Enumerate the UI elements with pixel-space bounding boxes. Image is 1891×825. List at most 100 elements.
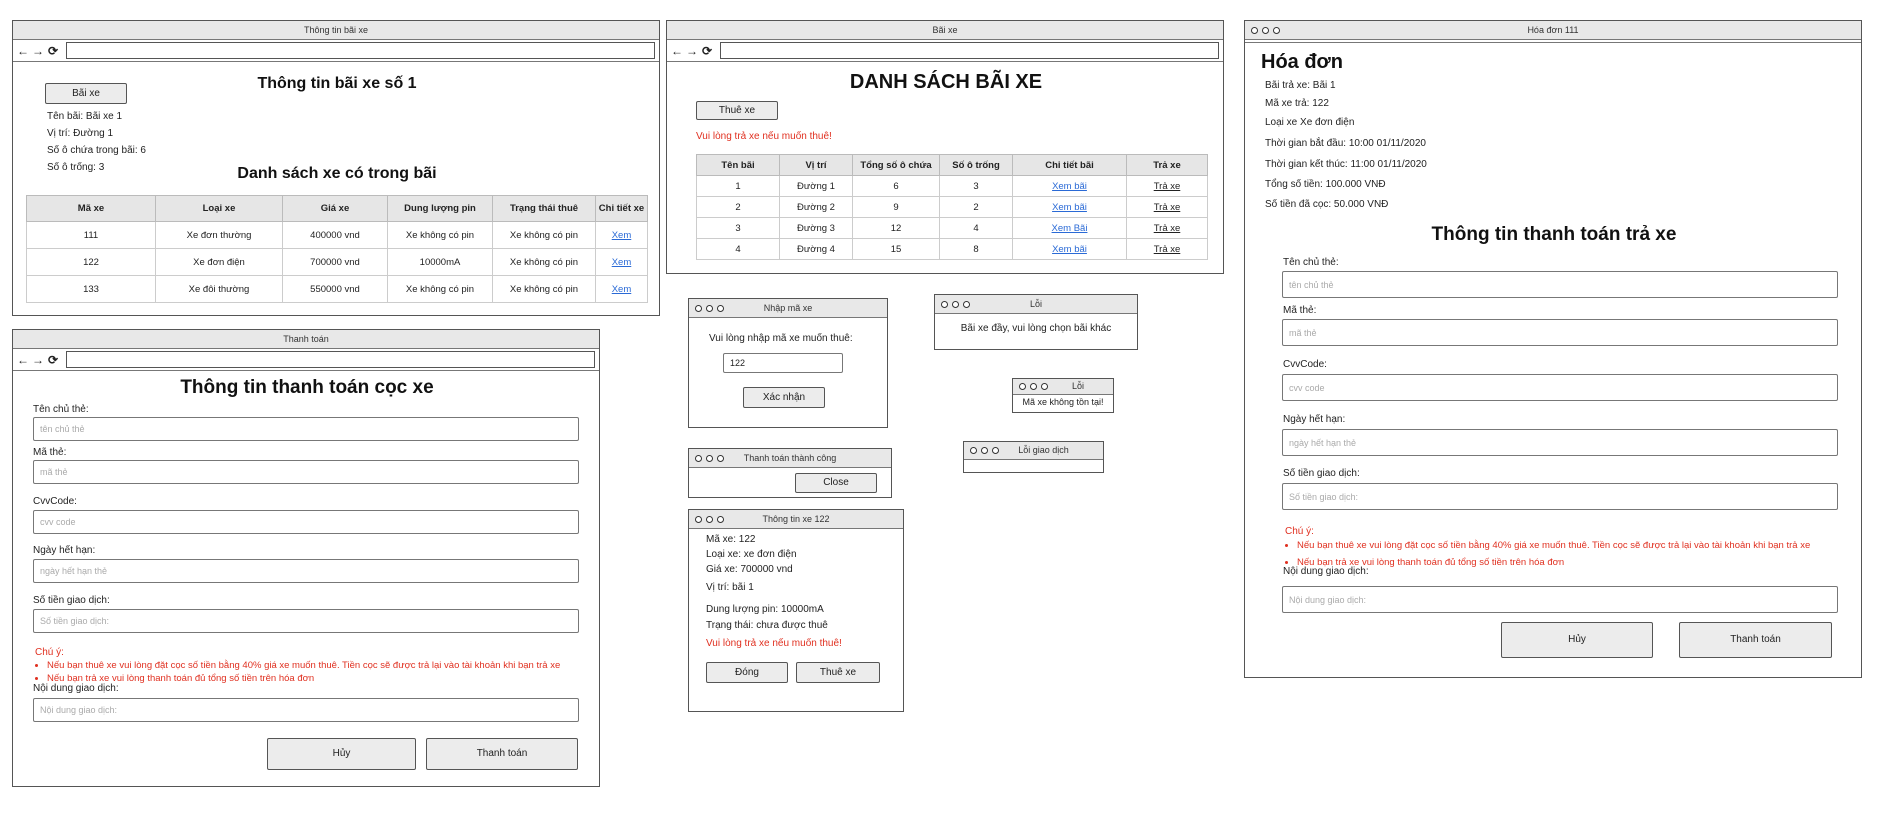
pay-button[interactable]: Thanh toán [426, 738, 578, 770]
arrow-right-icon[interactable]: → [686, 44, 698, 58]
close-dot-icon[interactable] [695, 454, 702, 462]
col-header: Dung lượng pin [387, 195, 493, 222]
url-bar[interactable] [66, 351, 595, 368]
bike-location: Vị trí: bãi 1 [706, 582, 754, 593]
content-input[interactable]: Nội dung giao dịch: [1282, 586, 1838, 613]
cell: Xe không có pin [492, 275, 596, 303]
url-bar[interactable] [66, 42, 655, 59]
close-dot-icon[interactable] [941, 300, 948, 308]
close-dot-icon[interactable] [1251, 26, 1258, 34]
minimize-dot-icon[interactable] [1030, 383, 1037, 390]
bike-price: Giá xe: 700000 vnd [706, 564, 793, 575]
dialog-title: Lỗi [1029, 299, 1042, 309]
maximize-dot-icon[interactable] [992, 447, 999, 454]
cell: Xe đơn thường [155, 221, 283, 249]
window-titlebar: Thanh toán [13, 330, 599, 349]
close-dot-icon[interactable] [695, 515, 702, 523]
cardholder-input[interactable]: tên chủ thẻ [1282, 271, 1838, 298]
cvv-input[interactable]: cvv code [33, 510, 579, 534]
maximize-dot-icon[interactable] [717, 304, 724, 312]
close-button[interactable]: Đóng [706, 662, 788, 683]
return-bike-link[interactable]: Trả xe [1154, 223, 1181, 234]
dialog-title: Lỗi [1071, 381, 1084, 391]
window-controls [970, 442, 999, 459]
view-bike-link[interactable]: Xem [612, 230, 632, 241]
cancel-button[interactable]: Hủy [1501, 622, 1653, 658]
return-bike-link[interactable]: Trả xe [1154, 244, 1181, 255]
table-row: 1 Đường 1 6 3 Xem bãi Trả xe [696, 175, 1208, 197]
url-bar[interactable] [720, 42, 1219, 59]
minimize-dot-icon[interactable] [706, 304, 713, 312]
view-parking-link[interactable]: Xem bãi [1052, 244, 1087, 255]
cell: Xem bãi [1012, 196, 1127, 218]
view-parking-link[interactable]: Xem bãi [1052, 202, 1087, 213]
minimize-dot-icon[interactable] [706, 515, 713, 523]
bike-info-dialog: Thông tin xe 122 Mã xe: 122 Loại xe: xe … [688, 509, 904, 712]
arrow-left-icon[interactable]: ← [17, 353, 29, 367]
reload-icon[interactable]: ⟳ [47, 44, 59, 58]
dialog-title: Nhập mã xe [763, 303, 813, 313]
minimize-dot-icon[interactable] [1262, 26, 1269, 34]
content-input[interactable]: Nội dung giao dịch: [33, 698, 579, 722]
close-dot-icon[interactable] [695, 304, 702, 312]
reload-icon[interactable]: ⟳ [701, 44, 713, 58]
cell: 8 [939, 238, 1013, 260]
error-message: Bãi xe đầy, vui lòng chọn bãi khác [960, 323, 1112, 334]
note-item: Nếu bạn thuê xe vui lòng đặt cọc số tiền… [1297, 540, 1872, 551]
close-dot-icon[interactable] [970, 447, 977, 454]
cell: 111 [26, 221, 156, 249]
cell: Trả xe [1126, 217, 1208, 239]
return-bike-link[interactable]: Trả xe [1154, 181, 1181, 192]
pay-button[interactable]: Thanh toán [1679, 622, 1832, 658]
note-item: Nếu bạn thuê xe vui lòng đặt cọc số tiền… [47, 660, 607, 671]
window-titlebar: Thông tin bãi xe [13, 21, 659, 40]
invoice-parking: Bãi trả xe: Bãi 1 [1265, 80, 1336, 91]
bike-code: Mã xe: 122 [706, 534, 756, 545]
close-button[interactable]: Close [795, 473, 877, 493]
code-input[interactable]: 122 [723, 353, 843, 373]
parking-list-window: Bãi xe ← → ⟳ DANH SÁCH BÃI XE Thuê xe Vu… [666, 20, 1224, 274]
reload-icon[interactable]: ⟳ [47, 353, 59, 367]
window-title: Hóa đơn 111 [1527, 25, 1579, 35]
cvv-input[interactable]: cvv code [1282, 374, 1838, 401]
bike-status: Trạng thái: chưa được thuê [706, 620, 828, 631]
maximize-dot-icon[interactable] [1273, 26, 1280, 34]
cell: Xe không có pin [492, 221, 596, 249]
rent-bike-button[interactable]: Thuê xe [796, 662, 880, 683]
amount-input[interactable]: Số tiền giao dịch: [33, 609, 579, 633]
card-number-input[interactable]: mã thẻ [1282, 319, 1838, 346]
invoice-end-time: Thời gian kết thúc: 11:00 01/11/2020 [1265, 159, 1427, 170]
expiry-input[interactable]: ngày hết hạn thẻ [33, 559, 579, 583]
col-header: Trả xe [1126, 154, 1208, 176]
maximize-dot-icon[interactable] [963, 300, 970, 308]
arrow-right-icon[interactable]: → [32, 44, 44, 58]
cell: 4 [939, 217, 1013, 239]
cell: Đường 2 [779, 196, 853, 218]
maximize-dot-icon[interactable] [717, 454, 724, 462]
table-row: 3 Đường 3 12 4 Xem Bãi Trả xe [696, 217, 1208, 239]
expiry-input[interactable]: ngày hết hạn thẻ [1282, 429, 1838, 456]
cancel-button[interactable]: Hủy [267, 738, 416, 770]
invoice-bike-code: Mã xe trả: 122 [1265, 98, 1329, 109]
window-titlebar: Bãi xe [667, 21, 1223, 40]
cvv-label: CvvCode: [1283, 359, 1327, 370]
view-parking-link[interactable]: Xem bãi [1052, 181, 1087, 192]
close-dot-icon[interactable] [1019, 383, 1026, 390]
cardholder-input[interactable]: tên chủ thẻ [33, 417, 579, 441]
return-bike-link[interactable]: Trả xe [1154, 202, 1181, 213]
arrow-left-icon[interactable]: ← [671, 44, 683, 58]
view-parking-link[interactable]: Xem Bãi [1052, 223, 1088, 234]
arrow-left-icon[interactable]: ← [17, 44, 29, 58]
card-number-input[interactable]: mã thẻ [33, 460, 579, 484]
minimize-dot-icon[interactable] [981, 447, 988, 454]
maximize-dot-icon[interactable] [1041, 383, 1048, 390]
confirm-button[interactable]: Xác nhận [743, 387, 825, 408]
minimize-dot-icon[interactable] [706, 454, 713, 462]
maximize-dot-icon[interactable] [717, 515, 724, 523]
view-bike-link[interactable]: Xem [612, 257, 632, 268]
arrow-right-icon[interactable]: → [32, 353, 44, 367]
rent-bike-button[interactable]: Thuê xe [696, 101, 778, 120]
amount-input[interactable]: Số tiền giao dịch: [1282, 483, 1838, 510]
view-bike-link[interactable]: Xem [612, 284, 632, 295]
minimize-dot-icon[interactable] [952, 300, 959, 308]
